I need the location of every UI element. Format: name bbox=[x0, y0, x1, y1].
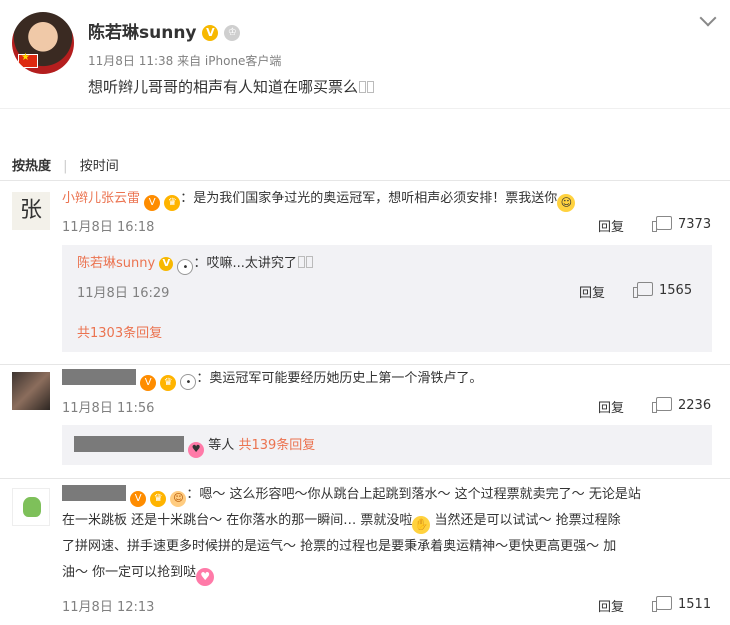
author-name-text[interactable]: 陈若琳sunny bbox=[88, 23, 197, 43]
smile-emoji-icon: ☺ bbox=[557, 194, 576, 212]
redacted-username[interactable] bbox=[74, 436, 184, 452]
comment-text: V ♛ ☺ ：嗯～ 这么形容吧～你从跳台上起跳到落水～ 这个过程票就卖完了～ 无论… bbox=[62, 482, 712, 586]
post-text-content: 想听辫儿哥哥的相声有人知道在哪买票么 bbox=[88, 78, 359, 96]
chevron-down-icon[interactable] bbox=[699, 9, 717, 27]
redacted-username[interactable] bbox=[62, 369, 136, 385]
commenter-avatar[interactable]: 张 bbox=[12, 192, 50, 230]
post-meta: 11月8日 11:38 来自 iPhone客户端 bbox=[88, 54, 282, 68]
sub-reply-box: 陈若琳sunny V • ：哎嘛...太讲究了 11月8日 16:29 回复 15… bbox=[62, 245, 712, 352]
thumb-up-icon bbox=[633, 282, 653, 298]
comment-line: 在一米跳板 还是十米跳台～ 在你落水的那一瞬间… 票就没啦 ✋ 当然还是可以试试～… bbox=[62, 508, 712, 534]
comment-body-line: 在一米跳板 还是十米跳台～ 在你落水的那一瞬间… 票就没啦 bbox=[62, 513, 413, 528]
like-button[interactable]: 7373 bbox=[652, 216, 712, 232]
heart-emoji-icon: ♥ bbox=[196, 568, 215, 586]
comment-line: 了拼网速、拼手速更多时候拼的是运气～ 抢票的过程也是要秉承着奥运精神～更快更高更… bbox=[62, 534, 712, 560]
cat-badge-icon: ☺ bbox=[170, 491, 187, 507]
sub-like-button[interactable]: 1565 bbox=[633, 282, 693, 298]
sort-bar: 按热度 | 按时间 bbox=[12, 155, 127, 174]
sub-reply-time: 11月8日 16:29 bbox=[77, 286, 170, 301]
comment-body-line: 当然还是可以试试～ 抢票过程除 bbox=[434, 513, 621, 528]
sub-reply-text: 陈若琳sunny V • ：哎嘛...太讲究了 bbox=[77, 251, 313, 277]
missing-glyph-icon bbox=[359, 81, 367, 93]
sub-reply-box: ♥ 等人 共139条回复 bbox=[62, 425, 712, 465]
sub-replier-name[interactable]: 陈若琳sunny bbox=[77, 256, 155, 271]
like-count: 1511 bbox=[678, 597, 712, 612]
comment-line: V ♛ ☺ ：嗯～ 这么形容吧～你从跳台上起跳到落水～ 这个过程票就卖完了～ 无论… bbox=[62, 482, 712, 508]
post-text: 想听辫儿哥哥的相声有人知道在哪买票么 bbox=[88, 76, 375, 97]
verified-v-icon: V bbox=[140, 375, 157, 391]
fan-badge-icon: ♛ bbox=[164, 195, 181, 211]
thumb-up-icon bbox=[652, 397, 672, 413]
reply-button[interactable]: 回复 bbox=[598, 216, 624, 235]
member-crown-icon: ♔ bbox=[224, 25, 241, 41]
sub-like-count: 1565 bbox=[659, 283, 693, 298]
comment-time: 11月8日 12:13 bbox=[62, 600, 155, 615]
like-count: 7373 bbox=[678, 217, 712, 232]
sort-divider: | bbox=[63, 159, 68, 174]
like-button[interactable]: 2236 bbox=[652, 397, 712, 413]
author-name[interactable]: 陈若琳sunny V ♔ bbox=[88, 18, 241, 43]
panda-badge-icon: • bbox=[180, 374, 197, 390]
commenter-avatar[interactable] bbox=[12, 372, 50, 410]
weibo-post: 陈若琳sunny V ♔ 11月8日 11:38 来自 iPhone客户端 想听… bbox=[0, 0, 730, 105]
verified-v-icon: V bbox=[144, 195, 161, 211]
section-separator bbox=[0, 108, 730, 136]
comment-time: 11月8日 16:18 bbox=[62, 220, 155, 235]
missing-glyph-icon bbox=[367, 81, 375, 93]
comment-item: V ♛ ☺ ：嗯～ 这么形容吧～你从跳台上起跳到落水～ 这个过程票就卖完了～ 无论… bbox=[0, 478, 730, 625]
comment-line: 油～ 你一定可以抢到哒 ♥ bbox=[62, 560, 712, 586]
more-replies-link[interactable]: 共1303条回复 bbox=[77, 322, 162, 341]
china-flag-icon bbox=[18, 52, 38, 68]
thumb-up-icon bbox=[652, 596, 672, 612]
comment-item: 张 小辫儿张云雷 V ♛ ：是为我们国家争过光的奥运冠军，想听相声必须安排！票我送… bbox=[0, 180, 730, 365]
fan-badge-icon: ♛ bbox=[160, 375, 177, 391]
missing-glyph-icon bbox=[305, 256, 313, 268]
redacted-username[interactable] bbox=[62, 485, 126, 501]
reply-button[interactable]: 回复 bbox=[598, 397, 624, 416]
comment-time: 11月8日 11:56 bbox=[62, 401, 155, 416]
reply-button[interactable]: 回复 bbox=[598, 596, 624, 615]
verified-v-icon: V bbox=[130, 491, 147, 507]
comment-body-line: ：嗯～ 这么形容吧～你从跳台上起跳到落水～ 这个过程票就卖完了～ 无论是站 bbox=[186, 487, 641, 502]
commenter-name[interactable]: 小辫儿张云雷 bbox=[62, 191, 140, 206]
comment-text: 小辫儿张云雷 V ♛ ：是为我们国家争过光的奥运冠军，想听相声必须安排！票我送你 ☺ bbox=[62, 186, 712, 212]
commenter-avatar[interactable] bbox=[12, 488, 50, 526]
like-count: 2236 bbox=[678, 398, 712, 413]
sort-by-hot[interactable]: 按热度 bbox=[12, 159, 51, 174]
sub-reply-summary: ♥ 等人 共139条回复 bbox=[74, 434, 315, 458]
sub-reply-button[interactable]: 回复 bbox=[579, 282, 605, 301]
sort-by-time[interactable]: 按时间 bbox=[80, 159, 119, 174]
verified-v-icon: V bbox=[202, 25, 219, 41]
missing-glyph-icon bbox=[297, 256, 305, 268]
sub-reply-body: ：哎嘛...太讲究了 bbox=[193, 256, 297, 271]
thumb-up-icon bbox=[652, 216, 672, 232]
comment-text: V ♛ • ：奥运冠军可能要经历她历史上第一个滑铁卢了。 bbox=[62, 366, 712, 392]
comment-body-line: 了拼网速、拼手速更多时候拼的是运气～ 抢票的过程也是要秉承着奥运精神～更快更高更… bbox=[62, 539, 617, 554]
more-replies-link[interactable]: 共139条回复 bbox=[238, 438, 315, 453]
comment-item: V ♛ • ：奥运冠军可能要经历她历史上第一个滑铁卢了。 11月8日 11:56 … bbox=[0, 364, 730, 476]
panda-badge-icon: • bbox=[177, 259, 194, 275]
verified-v-icon: V bbox=[159, 256, 174, 271]
comment-body-line: 油～ 你一定可以抢到哒 bbox=[62, 565, 197, 580]
like-button[interactable]: 1511 bbox=[652, 596, 712, 612]
heart-badge-icon: ♥ bbox=[188, 442, 205, 458]
sub-reply-others: 等人 bbox=[208, 438, 235, 453]
comment-body: ：奥运冠军可能要经历她历史上第一个滑铁卢了。 bbox=[196, 371, 483, 386]
author-avatar[interactable] bbox=[12, 12, 74, 74]
comment-body: ：是为我们国家争过光的奥运冠军，想听相声必须安排！票我送你 bbox=[180, 191, 558, 206]
hands-emoji-icon: ✋ bbox=[412, 516, 431, 534]
fan-badge-icon: ♛ bbox=[150, 491, 167, 507]
